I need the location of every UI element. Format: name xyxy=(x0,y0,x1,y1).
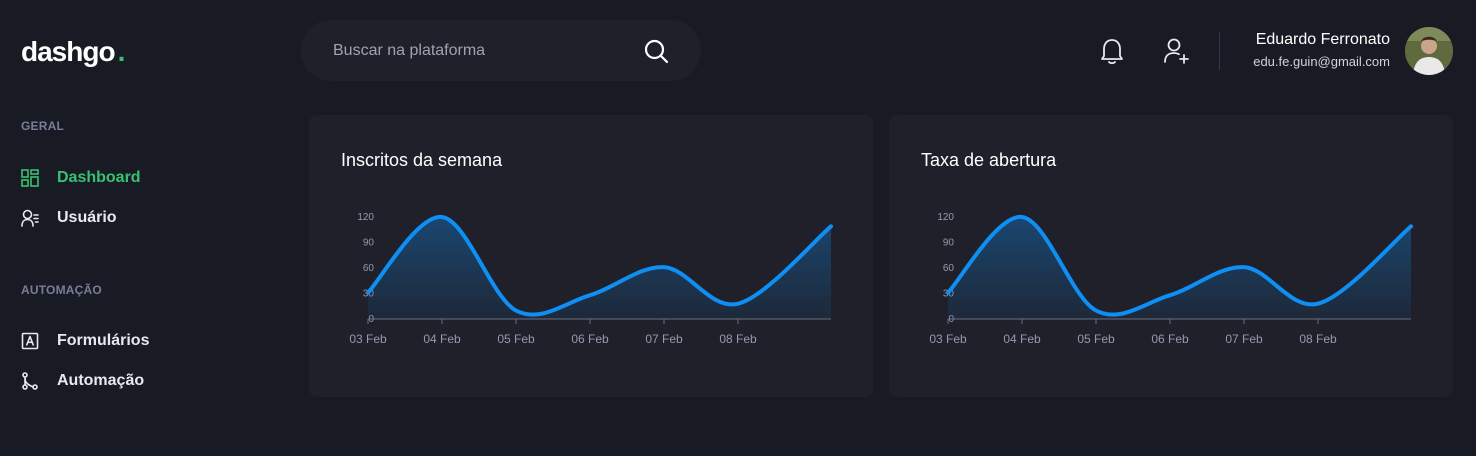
sidebar-item-label: Automação xyxy=(57,372,145,389)
user-email: edu.fe.guin@gmail.com xyxy=(1253,54,1390,69)
sidebar-section-geral: GERAL xyxy=(21,119,64,133)
x-tick-label: 03 Feb xyxy=(349,332,387,346)
y-tick-label: 90 xyxy=(363,238,375,249)
y-tick-label: 120 xyxy=(937,212,954,223)
x-tick-label: 04 Feb xyxy=(423,332,461,346)
chart-inscritos[interactable]: 030609012003 Feb04 Feb05 Feb06 Feb07 Feb… xyxy=(309,115,873,397)
avatar-image xyxy=(1405,27,1453,75)
sidebar-item-label: Dashboard xyxy=(57,169,141,186)
x-tick-label: 06 Feb xyxy=(571,332,609,346)
dashboard-icon xyxy=(21,169,39,187)
sidebar-item-label: Usuário xyxy=(57,209,117,226)
sidebar-item-formularios[interactable]: Formulários xyxy=(21,332,149,350)
chart-taxa[interactable]: 030609012003 Feb04 Feb05 Feb06 Feb07 Feb… xyxy=(889,115,1453,397)
sidebar-section-automacao: AUTOMAÇÃO xyxy=(21,283,102,297)
y-tick-label: 90 xyxy=(943,238,955,249)
x-tick-label: 07 Feb xyxy=(1225,332,1263,346)
y-tick-label: 120 xyxy=(357,212,374,223)
sidebar-item-label: Formulários xyxy=(57,332,150,349)
x-tick-label: 06 Feb xyxy=(1151,332,1189,346)
logo-dot: . xyxy=(117,36,126,67)
search-icon[interactable] xyxy=(643,38,669,64)
search-input[interactable] xyxy=(333,41,643,60)
user-name: Eduardo Ferronato xyxy=(1255,31,1390,48)
app-logo[interactable]: dashgo. xyxy=(21,36,126,68)
user-profile[interactable]: Eduardo Ferronato edu.fe.guin@gmail.com xyxy=(1253,31,1390,69)
users-icon xyxy=(21,209,39,227)
y-tick-label: 60 xyxy=(943,263,955,274)
x-tick-label: 05 Feb xyxy=(1077,332,1115,346)
x-tick-label: 07 Feb xyxy=(645,332,683,346)
header-divider xyxy=(1219,32,1220,70)
y-tick-label: 60 xyxy=(363,263,375,274)
chart-card-inscritos: Inscritos da semana 030609012003 Feb04 F… xyxy=(309,115,873,397)
form-icon xyxy=(21,332,39,350)
x-tick-label: 05 Feb xyxy=(497,332,535,346)
bell-icon[interactable] xyxy=(1098,36,1126,66)
area-fill xyxy=(368,216,831,319)
x-tick-label: 08 Feb xyxy=(1299,332,1337,346)
search-bar[interactable] xyxy=(301,20,701,81)
chart-card-taxa: Taxa de abertura 030609012003 Feb04 Feb0… xyxy=(889,115,1453,397)
x-tick-label: 03 Feb xyxy=(929,332,967,346)
area-fill xyxy=(948,216,1411,319)
x-tick-label: 04 Feb xyxy=(1003,332,1041,346)
header-actions xyxy=(1098,36,1190,66)
x-tick-label: 08 Feb xyxy=(719,332,757,346)
sidebar-item-usuario[interactable]: Usuário xyxy=(21,209,117,227)
sidebar-item-dashboard[interactable]: Dashboard xyxy=(21,169,141,187)
user-add-icon[interactable] xyxy=(1162,36,1190,66)
logo-text: dashgo xyxy=(21,36,116,67)
avatar[interactable] xyxy=(1405,27,1453,75)
git-branch-icon xyxy=(22,372,38,390)
sidebar-item-automacao[interactable]: Automação xyxy=(21,372,144,390)
